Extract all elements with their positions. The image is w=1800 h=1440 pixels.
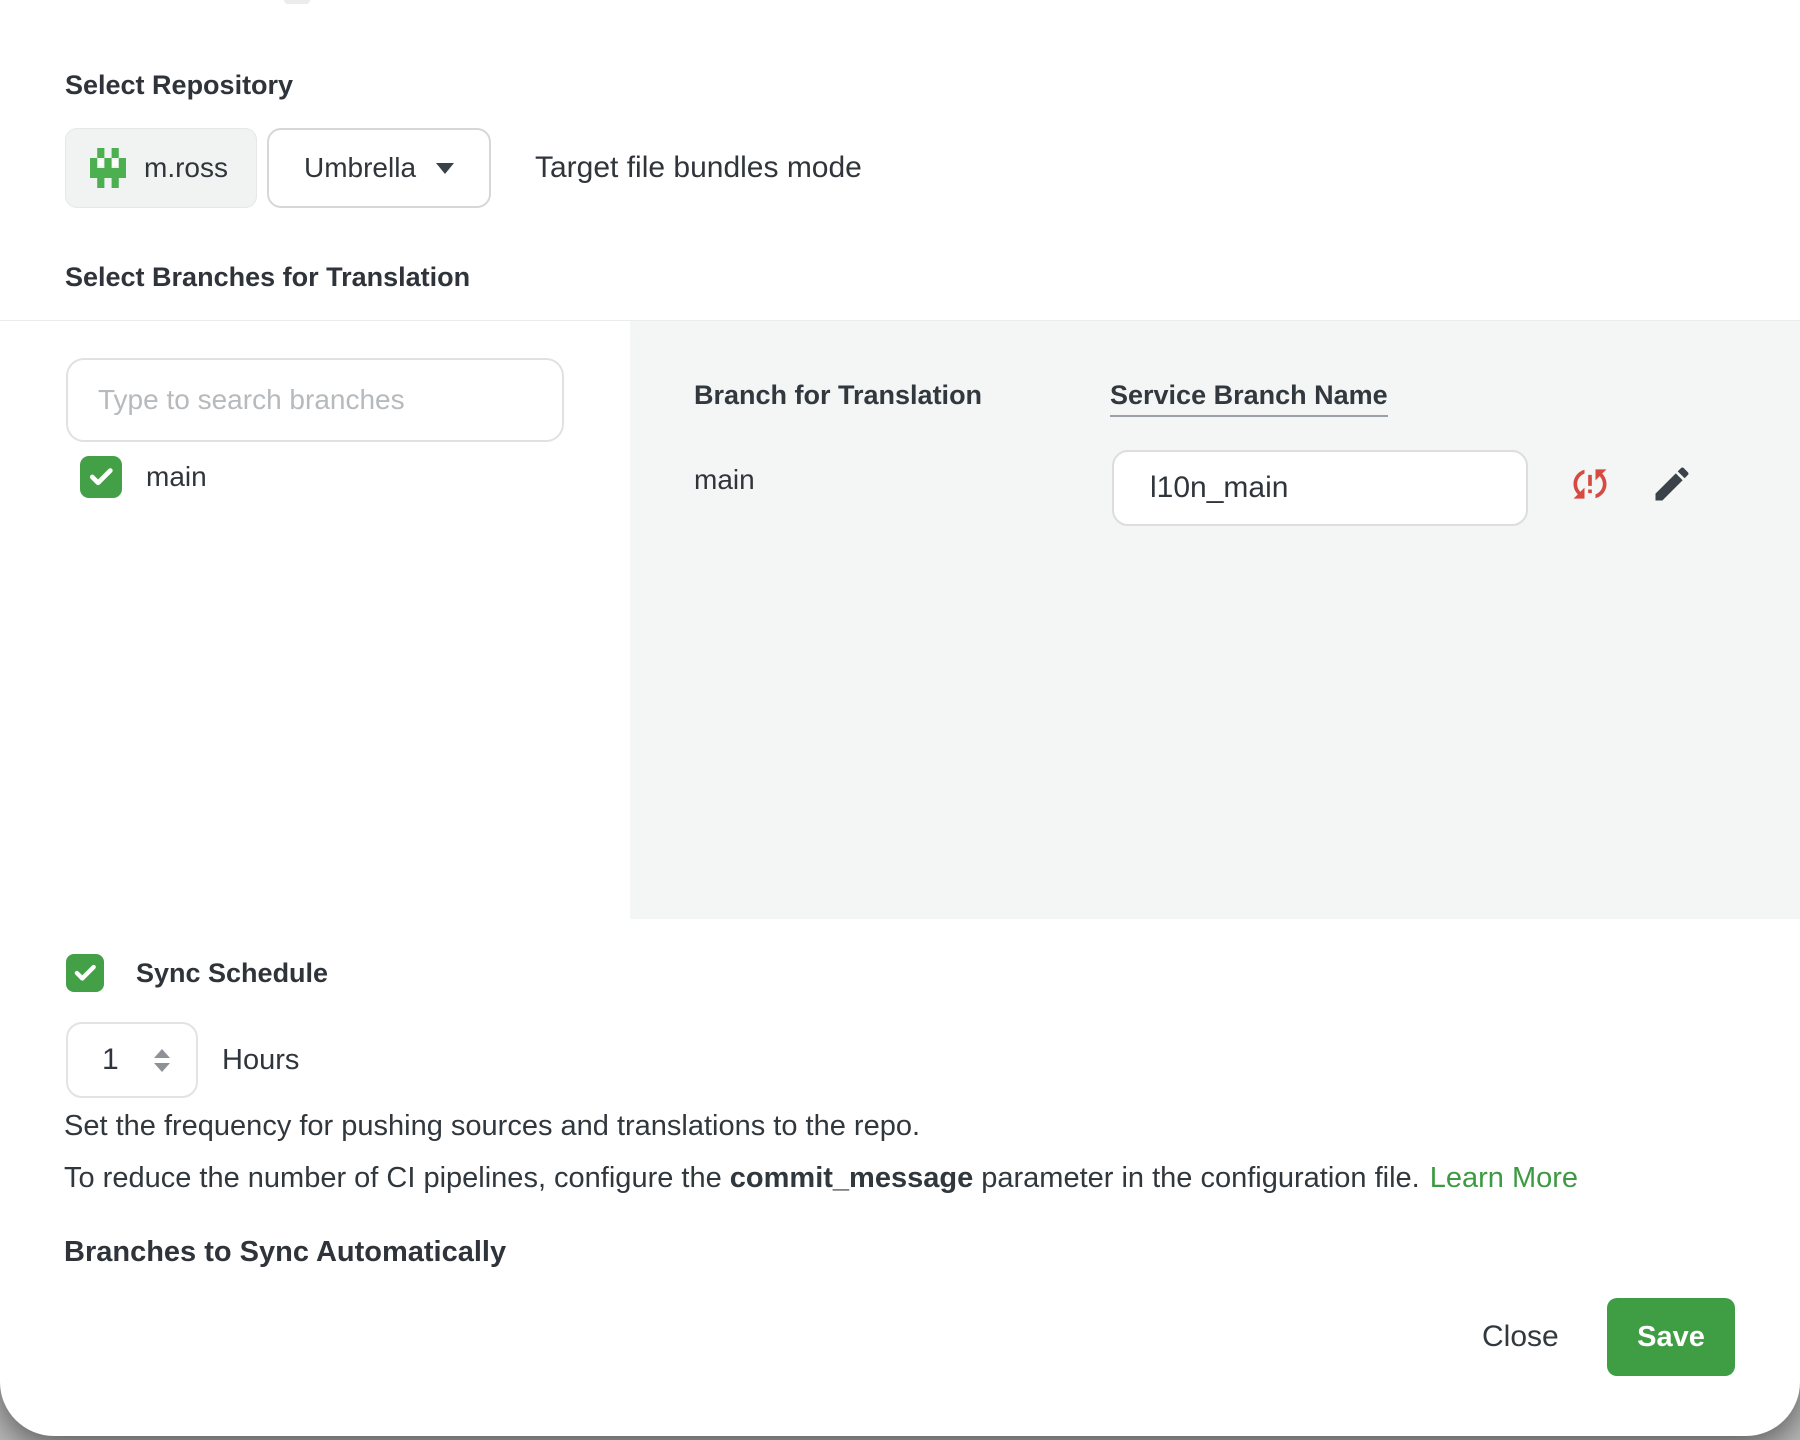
select-repository-title: Select Repository	[65, 70, 293, 101]
branch-item-label: main	[146, 461, 207, 493]
sync-problem-icon[interactable]	[1568, 462, 1612, 506]
column-header-service-branch[interactable]: Service Branch Name	[1110, 380, 1388, 417]
repo-select-dropdown[interactable]: Umbrella	[267, 128, 491, 208]
ci-note-suffix: parameter in the configuration file.	[973, 1162, 1420, 1194]
interval-unit-label: Hours	[222, 1022, 299, 1098]
target-mode-label: Target file bundles mode	[535, 128, 862, 208]
interval-value: 1	[102, 1043, 119, 1077]
repository-settings-modal: Select Repository m.ross Umbrella Target…	[0, 0, 1800, 1436]
learn-more-link[interactable]: Learn More	[1430, 1162, 1578, 1194]
frequency-description: Set the frequency for pushing sources an…	[64, 1110, 920, 1143]
repo-owner-chip[interactable]: m.ross	[65, 128, 257, 208]
column-header-branch: Branch for Translation	[694, 380, 982, 411]
sync-schedule-label: Sync Schedule	[136, 958, 328, 989]
checkmark-icon	[87, 463, 115, 491]
table-row-branch-name: main	[694, 464, 755, 496]
branches-auto-sync-title: Branches to Sync Automatically	[64, 1236, 506, 1269]
select-branches-title: Select Branches for Translation	[65, 262, 470, 293]
ci-note-prefix: To reduce the number of CI pipelines, co…	[64, 1162, 730, 1194]
repo-dropdown-value: Umbrella	[304, 152, 416, 184]
service-branch-name-input[interactable]	[1112, 450, 1528, 526]
repo-avatar-identicon-icon	[90, 148, 126, 188]
close-button[interactable]: Close	[1462, 1298, 1579, 1376]
branch-search-input[interactable]	[66, 358, 564, 442]
interval-stepper[interactable]: 1	[66, 1022, 198, 1098]
auto-sync-heading-clipped: Branches to Sync Automatically	[64, 1236, 506, 1273]
chevron-down-icon	[436, 163, 454, 174]
commit-message-param: commit_message	[730, 1162, 973, 1194]
clipped-element-fragment	[284, 0, 310, 4]
save-button[interactable]: Save	[1607, 1298, 1735, 1376]
up-down-arrows-icon[interactable]	[154, 1049, 170, 1072]
branch-list-item-main[interactable]: main	[80, 456, 207, 498]
branch-checkbox-checked[interactable]	[80, 456, 122, 498]
ci-pipelines-note: To reduce the number of CI pipelines, co…	[64, 1162, 1578, 1195]
pencil-icon[interactable]	[1650, 462, 1694, 506]
repo-owner-name: m.ross	[144, 152, 228, 184]
sync-schedule-toggle[interactable]: Sync Schedule	[66, 954, 328, 992]
sync-schedule-checkbox-checked[interactable]	[66, 954, 104, 992]
checkmark-icon	[72, 960, 98, 986]
